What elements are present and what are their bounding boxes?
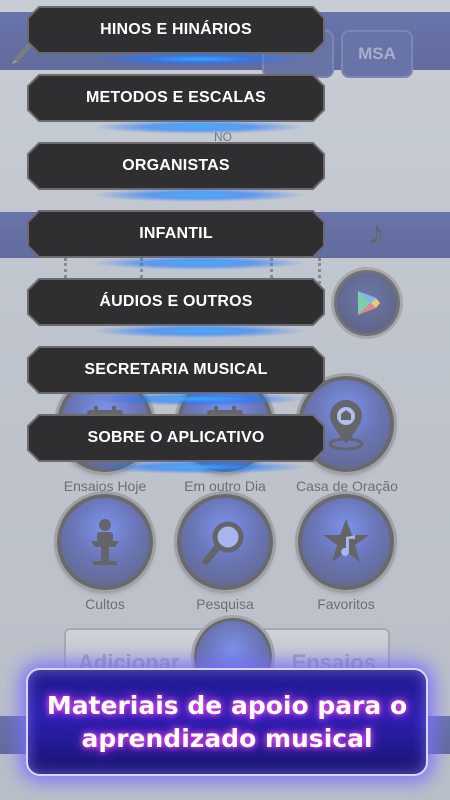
menu-item-label: SECRETARIA MUSICAL <box>84 361 268 378</box>
promo-banner-text: Materiais de apoio para o aprendizado mu… <box>47 689 407 755</box>
menu-item-infantil[interactable]: INFANTIL <box>27 210 325 270</box>
menu-glow <box>91 188 307 202</box>
promo-banner: Materiais de apoio para o aprendizado mu… <box>26 668 428 776</box>
menu-glow <box>91 460 307 474</box>
menu-glow <box>91 256 307 270</box>
menu-glow <box>91 324 307 338</box>
menu-item-label: HINOS E HINÁRIOS <box>100 21 252 38</box>
promo-line-2: aprendizado musical <box>81 724 373 753</box>
menu-item-label: METODOS E ESCALAS <box>85 89 267 106</box>
menu-glow <box>91 392 307 406</box>
menu-item-sobre[interactable]: SOBRE O APLICATIVO <box>27 414 325 474</box>
menu-item-label: SOBRE O APLICATIVO <box>87 429 265 446</box>
menu-item-label: INFANTIL <box>139 225 213 242</box>
promo-line-1: Materiais de apoio para o <box>46 691 408 720</box>
menu-item-hinos[interactable]: HINOS E HINÁRIOS <box>27 6 325 66</box>
menu-item-audios[interactable]: ÁUDIOS E OUTROS <box>27 278 325 338</box>
menu-item-organistas[interactable]: ORGANISTAS <box>27 142 325 202</box>
menu-glow <box>91 120 307 134</box>
menu-item-label: ORGANISTAS <box>122 157 230 174</box>
menu-item-secretaria[interactable]: SECRETARIA MUSICAL <box>27 346 325 406</box>
menu-item-metodos[interactable]: METODOS E ESCALAS <box>27 74 325 134</box>
menu-item-label: ÁUDIOS E OUTROS <box>99 293 253 310</box>
menu-glow <box>91 52 307 66</box>
